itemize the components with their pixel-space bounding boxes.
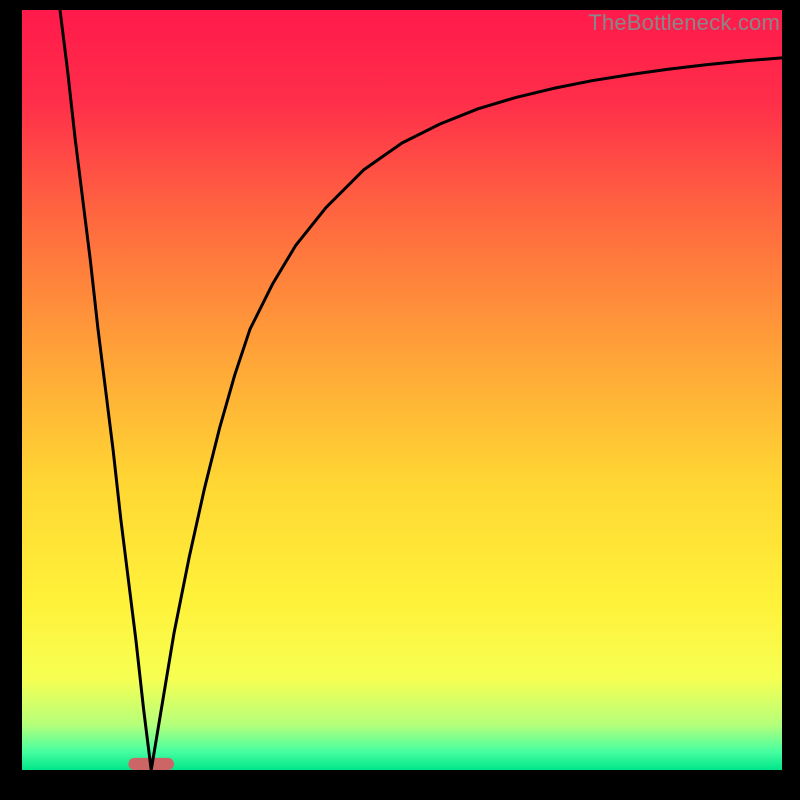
watermark-text: TheBottleneck.com (588, 10, 780, 36)
gradient-background (22, 10, 782, 770)
chart-frame: TheBottleneck.com (0, 0, 800, 800)
plot-area (22, 10, 782, 770)
chart-svg (22, 10, 782, 770)
